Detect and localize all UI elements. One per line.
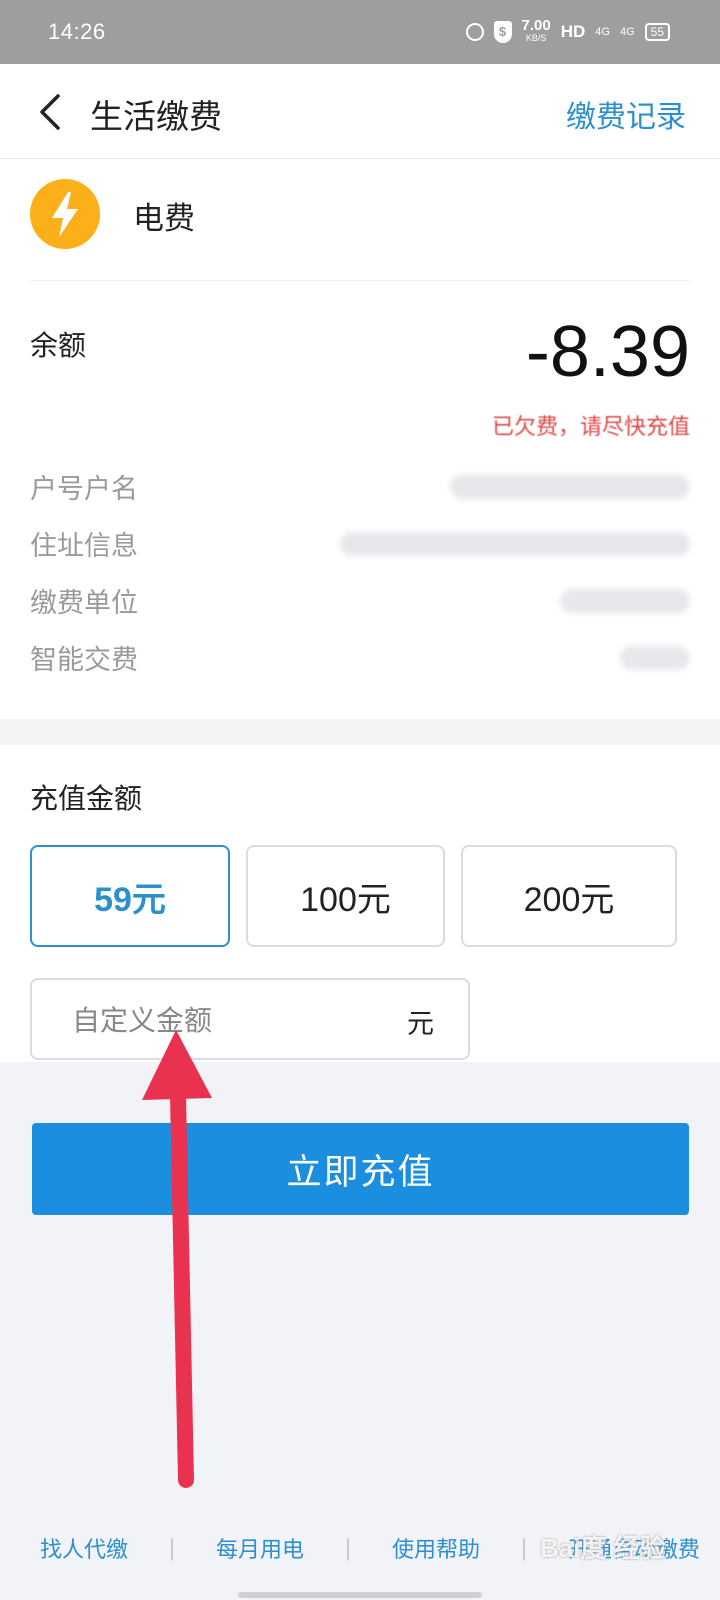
- amount-option-59[interactable]: 59元: [30, 845, 230, 947]
- info-row-smart-pay: 智能交费: [30, 638, 690, 678]
- hd-indicator: HD: [560, 22, 586, 41]
- speed-unit: KB/S: [525, 33, 547, 43]
- speed-value: 7.00: [521, 17, 551, 34]
- recharge-section: 充值金额 59元 100元 200元 元: [0, 745, 720, 1062]
- signal-icon-2: 4G: [619, 26, 635, 38]
- footer-separator: |: [344, 1535, 352, 1561]
- footer-link-proxy-pay[interactable]: 找人代缴: [40, 1532, 128, 1564]
- redacted-value: [340, 532, 690, 556]
- home-indicator[interactable]: [238, 1592, 482, 1598]
- lightning-icon: [30, 179, 100, 249]
- custom-amount-unit: 元: [407, 1009, 434, 1040]
- status-bar: 14:26 $ 7.00 KB/S HD 4G 4G 55: [0, 0, 720, 64]
- amount-option-200[interactable]: 200元: [461, 845, 677, 947]
- baidu-watermark: Bai度 经验: [540, 1533, 666, 1563]
- redacted-value: [450, 475, 690, 499]
- amount-option-100[interactable]: 100元: [246, 845, 445, 947]
- shield-icon: $: [493, 21, 512, 43]
- status-time: 14:26: [48, 19, 106, 44]
- bill-type-name: 电费: [133, 201, 195, 237]
- alarm-icon: [465, 23, 484, 41]
- balance-label: 余额: [30, 329, 87, 362]
- redacted-value: [560, 589, 690, 613]
- balance-value: -8.39: [525, 312, 690, 392]
- footer-separator: |: [520, 1535, 528, 1561]
- status-icons: $ 7.00 KB/S HD 4G 4G 55: [465, 17, 670, 44]
- info-row-account: 户号户名: [30, 467, 690, 507]
- recharge-now-button[interactable]: 立即充值: [32, 1123, 689, 1215]
- footer-separator: |: [168, 1535, 176, 1561]
- info-label: 智能交费: [30, 645, 138, 676]
- info-label: 住址信息: [30, 531, 138, 562]
- custom-amount-input[interactable]: [72, 1000, 372, 1040]
- network-speed: 7.00 KB/S: [521, 17, 551, 44]
- info-label: 户号户名: [30, 474, 138, 505]
- footer-link-help[interactable]: 使用帮助: [392, 1532, 480, 1564]
- payment-history-link[interactable]: 缴费记录: [566, 92, 686, 136]
- recharge-amount-title: 充值金额: [30, 782, 143, 815]
- nav-bar: 生活缴费 缴费记录: [0, 64, 720, 159]
- signal-icon-1: 4G: [595, 26, 610, 38]
- back-arrow-icon[interactable]: [38, 94, 68, 130]
- page-title: 生活缴费: [90, 97, 222, 136]
- battery-icon: 55: [644, 23, 670, 41]
- redacted-value[interactable]: [620, 646, 690, 670]
- info-row-company: 缴费单位: [30, 581, 690, 621]
- bill-card: 电费 余额 -8.39 已欠费，请尽快充值 户号户名 住址信息 缴费单位 智能交…: [0, 159, 720, 719]
- custom-amount-field[interactable]: 元: [30, 978, 470, 1060]
- info-row-address: 住址信息: [30, 524, 690, 564]
- section-divider: [0, 719, 720, 745]
- arrears-warning: 已欠费，请尽快充值: [491, 415, 690, 440]
- footer-link-monthly-usage[interactable]: 每月用电: [216, 1532, 304, 1564]
- info-label: 缴费单位: [30, 588, 138, 619]
- bill-header: 电费: [30, 179, 690, 281]
